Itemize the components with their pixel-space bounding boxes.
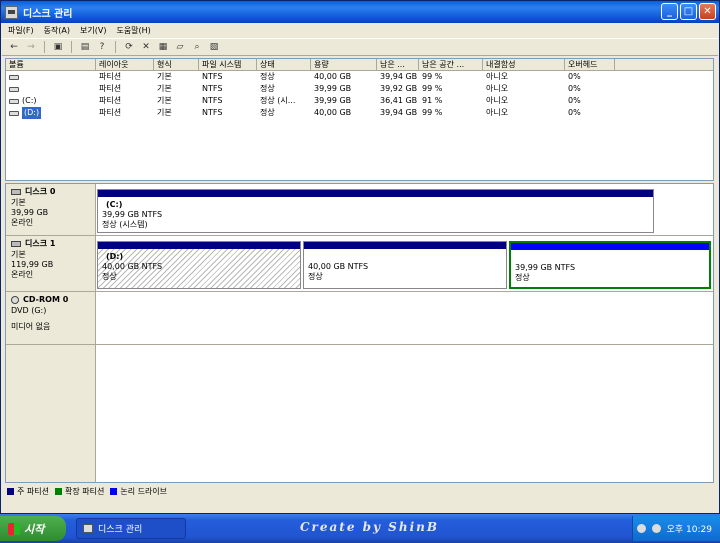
volume-list[interactable]: 볼륨 레이아웃 형식 파일 시스템 상태 용량 남은 ... 남은 공간 ...… [5,58,714,181]
disk-1-row: 디스크 1 기본 119,99 GB 온라인 (D:) 40,00 GB NTF… [6,236,713,292]
properties-icon[interactable]: ▤ [79,41,91,53]
volume-icon [9,86,19,92]
start-button[interactable]: 시작 [0,516,66,541]
hard-disk-icon [11,241,21,247]
refresh-icon[interactable]: ⟳ [123,41,135,53]
help-icon[interactable]: ? [96,41,108,53]
cdrom-0-label[interactable]: CD-ROM 0 DVD (G:) 미디어 없음 [6,292,96,344]
list-header: 볼륨 레이아웃 형식 파일 시스템 상태 용량 남은 ... 남은 공간 ...… [6,59,713,71]
disk-graph-view: 디스크 0 기본 39,99 GB 온라인 (C:) 39,99 GB NTFS… [5,183,714,483]
close-button[interactable]: ✕ [699,3,716,20]
menu-bar: 파일(F) 동작(A) 보기(V) 도움말(H) [2,23,718,37]
taskbar-item-disk-management[interactable]: 디스크 관리 [76,518,186,539]
disk-properties-icon[interactable]: ▦ [157,41,169,53]
table-row[interactable]: 파티션 기본 NTFS 정상 39,99 GB 39,92 GB 99 % 아니… [6,83,713,95]
cd-rom-icon [11,296,19,304]
legend: 주 파티션 확장 파티션 논리 드라이브 [7,486,167,497]
console-tree-icon[interactable]: ▣ [52,41,64,53]
legend-logical: 논리 드라이브 [110,486,167,497]
windows-flag-icon [8,522,20,535]
disk-management-window: 디스크 관리 _ □ ✕ 파일(F) 동작(A) 보기(V) 도움말(H) ← … [0,0,720,514]
col-status[interactable]: 상태 [257,59,311,70]
delete-icon[interactable]: ✕ [140,41,152,53]
taskbar: 시작 디스크 관리 Create by ShinB 오후 10:29 [0,514,720,543]
clock[interactable]: 오후 10:29 [667,522,712,535]
col-capacity[interactable]: 용량 [311,59,377,70]
disk-1-label[interactable]: 디스크 1 기본 119,99 GB 온라인 [6,236,96,291]
volume-icon[interactable] [651,524,661,533]
disk-0-row: 디스크 0 기본 39,99 GB 온라인 (C:) 39,99 GB NTFS… [6,184,713,236]
table-row[interactable]: 파티션 기본 NTFS 정상 40,00 GB 39,94 GB 99 % 아니… [6,71,713,83]
volume-icon [9,98,19,104]
disk-0-label[interactable]: 디스크 0 기본 39,99 GB 온라인 [6,184,96,235]
tray-icon[interactable] [636,524,646,533]
partition-d[interactable]: (D:) 40,00 GB NTFS 정상 [97,241,301,289]
volume-icon [9,110,19,116]
col-type[interactable]: 형식 [154,59,199,70]
search-icon[interactable]: ⌕ [191,41,203,53]
hard-disk-icon [11,189,21,195]
col-filesystem[interactable]: 파일 시스템 [199,59,257,70]
back-arrow-icon[interactable]: ← [8,41,20,53]
disk-management-icon [5,5,18,19]
minimize-button[interactable]: _ [661,3,678,20]
partition-c[interactable]: (C:) 39,99 GB NTFS 정상 (시스템) [97,189,654,233]
menu-action[interactable]: 동작(A) [44,25,70,36]
menu-view[interactable]: 보기(V) [80,25,106,36]
table-row-selected[interactable]: (D:) 파티션 기본 NTFS 정상 40,00 GB 39,94 GB 99… [6,107,713,119]
col-layout[interactable]: 레이아웃 [96,59,154,70]
menu-file[interactable]: 파일(F) [8,25,34,36]
col-overhead[interactable]: 오버헤드 [565,59,615,70]
col-fault-tolerance[interactable]: 내결함성 [483,59,565,70]
logical-drive[interactable]: 39,99 GB NTFS 정상 [509,241,711,289]
legend-primary: 주 파티션 [7,486,49,497]
col-free-pct[interactable]: 남은 공간 ... [419,59,483,70]
wizard-icon[interactable]: ▧ [208,41,220,53]
toolbar: ← → ▣ ▤ ? ⟳ ✕ ▦ ▱ ⌕ ▧ [2,38,718,56]
partition-2[interactable]: 40,00 GB NTFS 정상 [303,241,507,289]
window-title: 디스크 관리 [23,8,73,20]
cdrom-0-row: CD-ROM 0 DVD (G:) 미디어 없음 [6,292,713,345]
volume-icon [9,74,19,80]
maximize-button[interactable]: □ [680,3,697,20]
open-icon[interactable]: ▱ [174,41,186,53]
col-free[interactable]: 남은 ... [377,59,419,70]
forward-arrow-icon[interactable]: → [25,41,37,53]
system-tray: 오후 10:29 [632,516,720,541]
table-row[interactable]: (C:) 파티션 기본 NTFS 정상 (시... 39,99 GB 36,41… [6,95,713,107]
disk-management-icon [83,524,93,533]
legend-extended: 확장 파티션 [54,486,104,497]
credit-text: Create by ShinB [300,520,439,534]
menu-help[interactable]: 도움말(H) [116,25,150,36]
col-volume[interactable]: 볼륨 [6,59,96,70]
title-bar[interactable]: 디스크 관리 _ □ ✕ [1,1,719,23]
